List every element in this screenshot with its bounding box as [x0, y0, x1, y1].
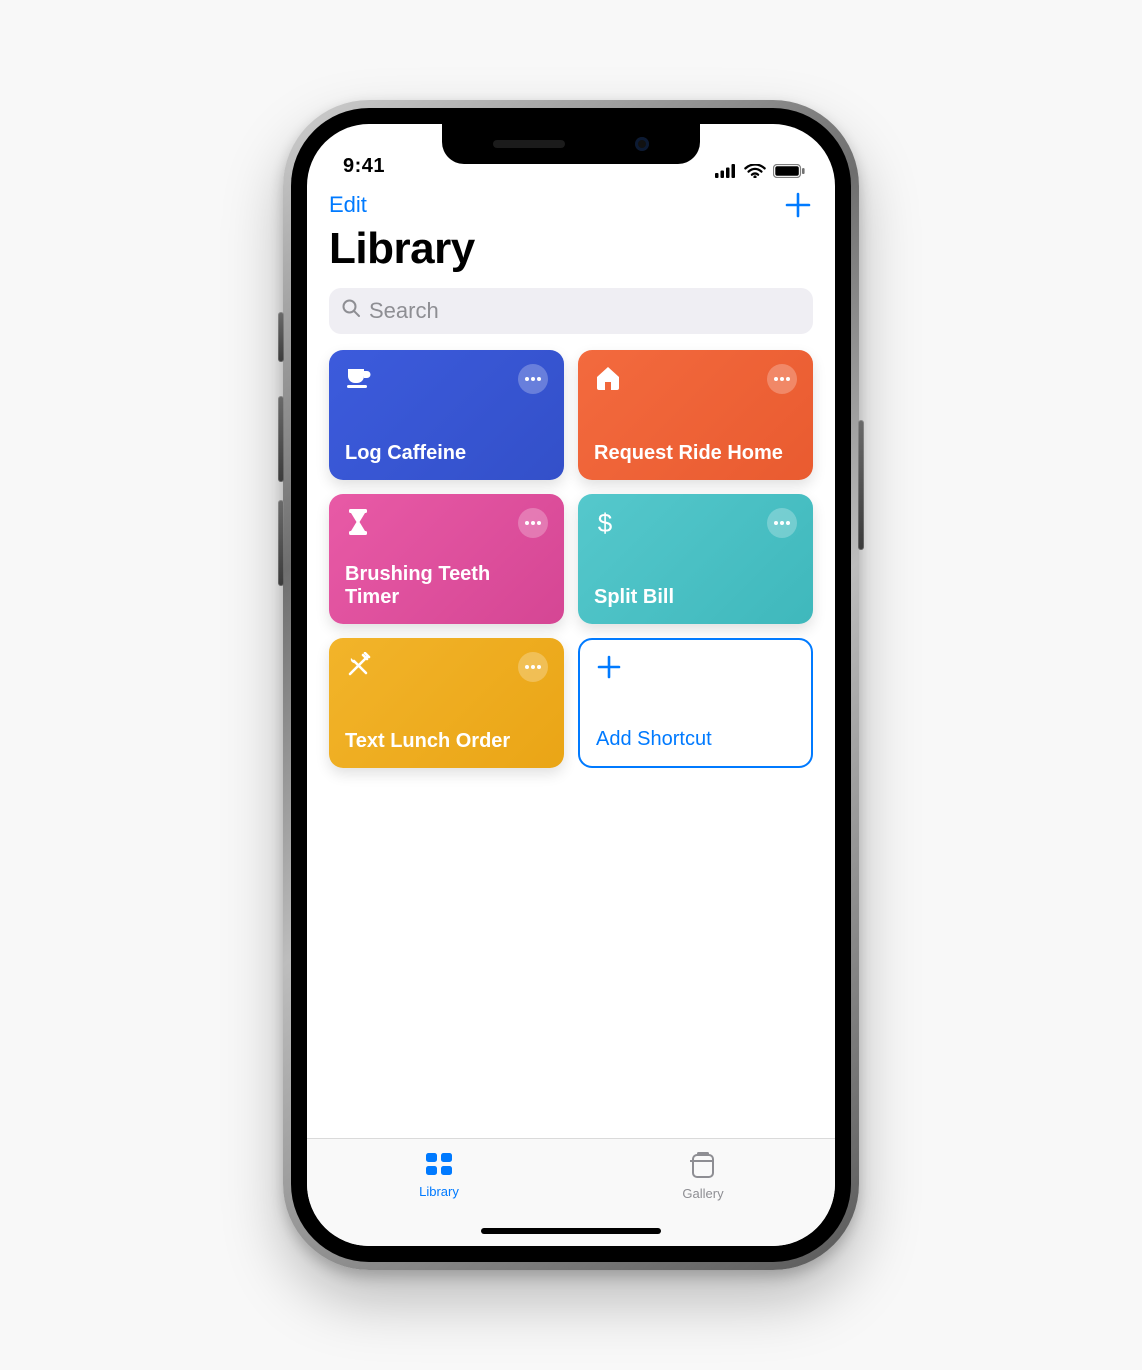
shortcut-label: Split Bill: [594, 586, 797, 610]
wifi-icon: [744, 164, 766, 178]
plus-icon: [596, 654, 624, 682]
shortcut-tile-log-caffeine[interactable]: Log Caffeine: [329, 350, 564, 480]
notch: [442, 124, 700, 164]
add-shortcut-tile[interactable]: Add Shortcut: [578, 638, 813, 768]
dollar-icon: $: [594, 508, 622, 536]
tab-label: Library: [419, 1184, 459, 1199]
svg-text:$: $: [598, 508, 613, 538]
more-button[interactable]: [518, 364, 548, 394]
tab-label: Gallery: [682, 1186, 723, 1201]
shortcut-label: Request Ride Home: [594, 442, 797, 466]
utensils-icon: [345, 652, 373, 680]
home-icon: [594, 364, 622, 392]
status-time: 9:41: [343, 155, 385, 178]
coffee-cup-icon: [345, 364, 373, 392]
shortcut-grid: Log Caffeine: [307, 350, 835, 768]
more-icon: [773, 376, 791, 382]
gallery-icon: [690, 1151, 716, 1182]
volume-up-button: [278, 396, 284, 482]
search-placeholder: Search: [369, 298, 439, 324]
more-icon: [524, 376, 542, 382]
more-icon: [524, 664, 542, 670]
more-icon: [773, 520, 791, 526]
more-button[interactable]: [767, 508, 797, 538]
phone-frame: 9:41: [283, 100, 859, 1270]
more-button[interactable]: [767, 364, 797, 394]
more-button[interactable]: [518, 508, 548, 538]
shortcut-tile-brushing-teeth[interactable]: Brushing Teeth Timer: [329, 494, 564, 624]
shortcut-label: Brushing Teeth Timer: [345, 563, 548, 610]
shortcut-tile-text-lunch[interactable]: Text Lunch Order: [329, 638, 564, 768]
cellular-icon: [715, 164, 737, 178]
shortcut-label: Text Lunch Order: [345, 730, 548, 754]
add-shortcut-plus-button[interactable]: [783, 190, 813, 220]
power-button: [858, 420, 864, 550]
grid-icon: [424, 1151, 454, 1180]
add-shortcut-label: Add Shortcut: [596, 728, 795, 752]
more-icon: [524, 520, 542, 526]
shortcut-label: Log Caffeine: [345, 442, 548, 466]
page-title: Library: [307, 224, 835, 282]
more-button[interactable]: [518, 652, 548, 682]
shortcut-tile-request-ride[interactable]: Request Ride Home: [578, 350, 813, 480]
home-indicator[interactable]: [481, 1228, 661, 1234]
shortcut-tile-split-bill[interactable]: $ Split Bill: [578, 494, 813, 624]
edit-button[interactable]: Edit: [329, 192, 367, 218]
plus-icon: [783, 190, 813, 220]
search-icon: [341, 298, 361, 324]
mute-switch: [278, 312, 284, 362]
battery-icon: [773, 164, 805, 178]
volume-down-button: [278, 500, 284, 586]
hourglass-icon: [345, 508, 373, 536]
search-input[interactable]: Search: [329, 288, 813, 334]
